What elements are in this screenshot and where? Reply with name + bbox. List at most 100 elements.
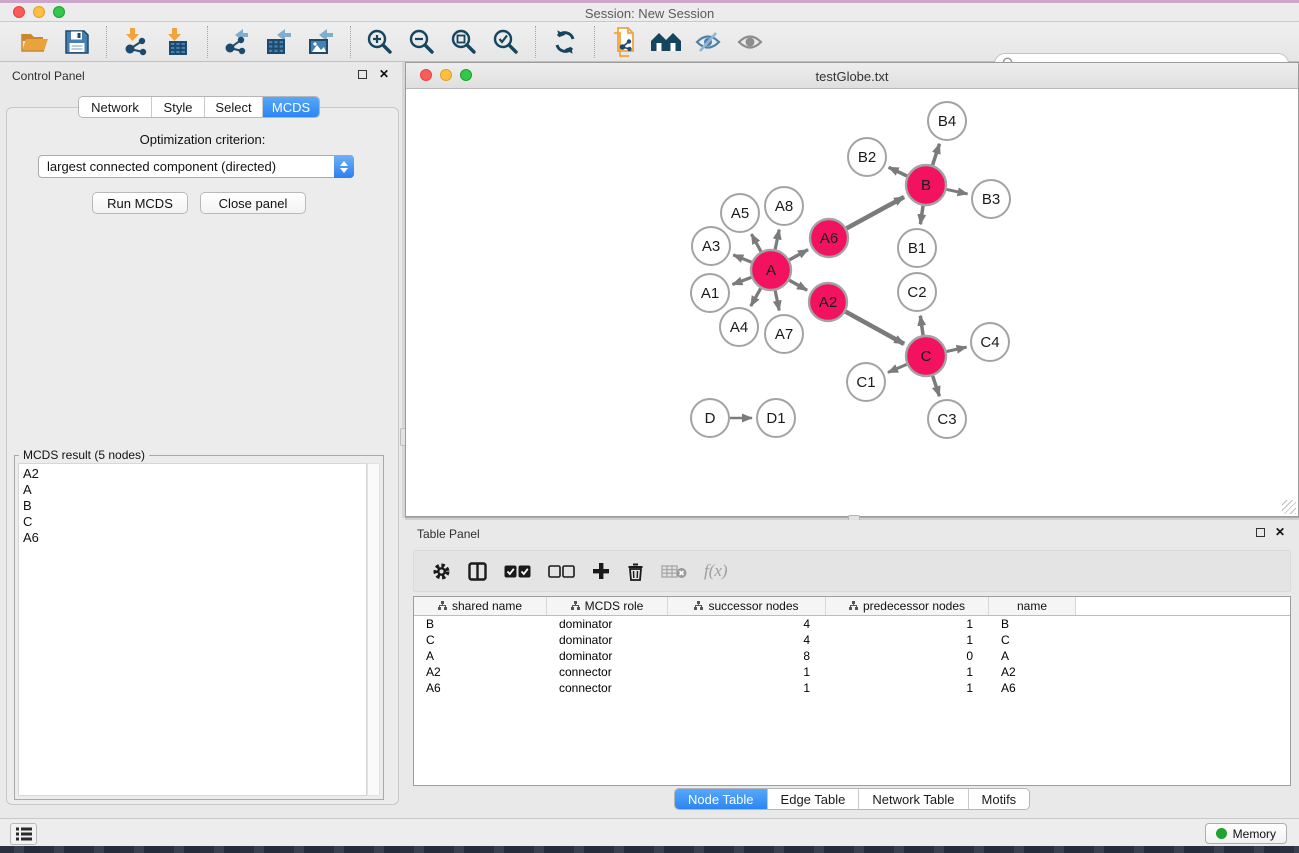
cell-successor-nodes[interactable]: 1 — [668, 664, 826, 680]
table-row[interactable]: Cdominator41C — [414, 632, 1290, 648]
memory-button[interactable]: Memory — [1205, 823, 1287, 844]
export-image-icon[interactable] — [304, 26, 338, 58]
zoom-selected-icon[interactable] — [489, 26, 523, 58]
mcds-list-scrollbar[interactable] — [367, 463, 380, 796]
deselect-all-columns-icon[interactable] — [548, 565, 575, 578]
table-row[interactable]: Adominator80A — [414, 648, 1290, 664]
save-icon[interactable] — [60, 26, 94, 58]
close-panel-icon[interactable]: ✕ — [379, 67, 389, 81]
add-column-icon[interactable] — [592, 562, 610, 580]
column-header-predecessor-nodes[interactable]: predecessor nodes — [826, 597, 989, 615]
tab-network-table[interactable]: Network Table — [859, 789, 968, 809]
graph-node-A6[interactable]: A6 — [810, 219, 848, 257]
select-all-columns-icon[interactable] — [504, 565, 531, 578]
cell-MCDS-role[interactable]: connector — [547, 664, 668, 680]
graph-node-D[interactable]: D — [691, 399, 729, 437]
graph-node-A7[interactable]: A7 — [765, 315, 803, 353]
edge-C-C2[interactable] — [920, 316, 923, 335]
cell-predecessor-nodes[interactable]: 1 — [826, 632, 989, 648]
cell-name[interactable]: A2 — [989, 664, 1076, 680]
edge-C-C1[interactable] — [888, 364, 907, 372]
edge-A6-B[interactable] — [847, 197, 905, 228]
function-builder-icon[interactable]: f(x) — [704, 561, 728, 581]
import-network-icon[interactable] — [119, 26, 153, 58]
graph-node-B3[interactable]: B3 — [972, 180, 1010, 218]
float-panel-icon[interactable] — [1256, 528, 1265, 537]
network-canvas[interactable]: AA6A2BCA5A8A3A1A4A7B2B4B3B1C2C4C1C3DD1 — [406, 89, 1298, 516]
hide-graphics-details-icon[interactable] — [691, 26, 725, 58]
graph-node-C[interactable]: C — [906, 336, 946, 376]
cell-MCDS-role[interactable]: dominator — [547, 632, 668, 648]
edge-A-A8[interactable] — [775, 230, 779, 250]
tab-node-table[interactable]: Node Table — [675, 789, 768, 809]
edge-A2-C[interactable] — [846, 312, 905, 344]
cell-predecessor-nodes[interactable]: 1 — [826, 616, 989, 632]
export-network-icon[interactable] — [220, 26, 254, 58]
cell-predecessor-nodes[interactable]: 1 — [826, 664, 989, 680]
graph-node-D1[interactable]: D1 — [757, 399, 795, 437]
tab-style[interactable]: Style — [152, 97, 205, 117]
mcds-result-item[interactable]: A2 — [23, 466, 366, 482]
graph-node-A2[interactable]: A2 — [809, 283, 847, 321]
mcds-result-item[interactable]: C — [23, 514, 366, 530]
refresh-icon[interactable] — [548, 26, 582, 58]
task-history-button[interactable] — [10, 823, 37, 845]
zoom-in-icon[interactable] — [363, 26, 397, 58]
tab-motifs[interactable]: Motifs — [969, 789, 1030, 809]
table-row[interactable]: A2connector11A2 — [414, 664, 1290, 680]
settings-gear-icon[interactable] — [432, 562, 451, 581]
network-file-icon[interactable] — [607, 26, 641, 58]
mcds-result-list[interactable]: A2ABCA6 — [18, 463, 367, 796]
edge-A-A2[interactable] — [789, 280, 807, 290]
mcds-result-item[interactable]: A6 — [23, 530, 366, 546]
cell-shared-name[interactable]: A2 — [414, 664, 547, 680]
edge-B-B4[interactable] — [933, 144, 940, 165]
cell-shared-name[interactable]: B — [414, 616, 547, 632]
cell-successor-nodes[interactable]: 4 — [668, 632, 826, 648]
home-icon[interactable] — [649, 26, 683, 58]
delete-column-icon[interactable] — [627, 562, 644, 581]
close-panel-button[interactable]: Close panel — [200, 192, 306, 214]
graph-node-C1[interactable]: C1 — [847, 363, 885, 401]
edge-B-B2[interactable] — [889, 167, 907, 176]
cell-MCDS-role[interactable]: dominator — [547, 616, 668, 632]
table-row[interactable]: A6connector11A6 — [414, 680, 1290, 696]
graph-node-B4[interactable]: B4 — [928, 102, 966, 140]
delete-table-icon[interactable] — [661, 564, 687, 579]
export-table-icon[interactable] — [262, 26, 296, 58]
import-table-icon[interactable] — [161, 26, 195, 58]
cell-shared-name[interactable]: C — [414, 632, 547, 648]
graph-node-A[interactable]: A — [751, 250, 791, 290]
tab-mcds[interactable]: MCDS — [263, 97, 319, 117]
column-view-icon[interactable] — [468, 562, 487, 581]
cell-predecessor-nodes[interactable]: 0 — [826, 648, 989, 664]
edge-A-A5[interactable] — [751, 234, 761, 251]
tab-select[interactable]: Select — [205, 97, 263, 117]
criterion-dropdown[interactable]: largest connected component (directed) — [38, 155, 354, 178]
cell-name[interactable]: C — [989, 632, 1076, 648]
tab-edge-table[interactable]: Edge Table — [768, 789, 860, 809]
table-row[interactable]: Bdominator41B — [414, 616, 1290, 632]
graph-node-A8[interactable]: A8 — [765, 187, 803, 225]
cell-successor-nodes[interactable]: 8 — [668, 648, 826, 664]
column-header-name[interactable]: name — [989, 597, 1076, 615]
mcds-result-item[interactable]: A — [23, 482, 366, 498]
tab-network[interactable]: Network — [79, 97, 152, 117]
edge-A-A1[interactable] — [732, 277, 751, 284]
graph-node-C3[interactable]: C3 — [928, 400, 966, 438]
zoom-out-icon[interactable] — [405, 26, 439, 58]
edge-A-A3[interactable] — [733, 255, 751, 262]
edge-B-B1[interactable] — [920, 206, 923, 224]
zoom-fit-icon[interactable] — [447, 26, 481, 58]
graph-node-A5[interactable]: A5 — [721, 194, 759, 232]
column-header-MCDS-role[interactable]: MCDS role — [547, 597, 668, 615]
column-header-successor-nodes[interactable]: successor nodes — [668, 597, 826, 615]
graph-node-B1[interactable]: B1 — [898, 229, 936, 267]
graph-node-A3[interactable]: A3 — [692, 227, 730, 265]
cell-MCDS-role[interactable]: dominator — [547, 648, 668, 664]
column-header-shared-name[interactable]: shared name — [414, 597, 547, 615]
cell-shared-name[interactable]: A — [414, 648, 547, 664]
float-panel-icon[interactable] — [358, 70, 367, 79]
edge-C-C3[interactable] — [933, 376, 940, 396]
graph-node-B2[interactable]: B2 — [848, 138, 886, 176]
